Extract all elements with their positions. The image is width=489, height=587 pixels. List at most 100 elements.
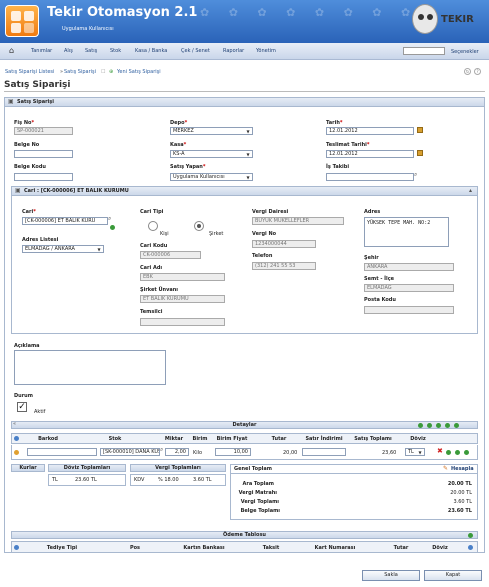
column-tutar: Tutar [393,545,409,551]
telefon-field[interactable]: (312) 241 55 53 [252,262,316,270]
aktif-checkbox[interactable]: ✓ [17,402,27,412]
add-row-icon[interactable] [445,423,450,428]
column-doviz: Döviz [410,436,426,442]
home-icon[interactable]: ⌂ [9,47,17,55]
vergi-dairesi-field[interactable]: BÜYÜK MÜKELLEFLER [252,217,344,225]
belge-no-field[interactable] [14,150,73,158]
row-action-icon[interactable] [455,450,460,455]
temsilci-field[interactable] [140,318,225,326]
tarih-field[interactable]: 12.01.2012 [326,127,414,135]
is-takibi-label: İş Takibi [326,164,350,170]
belge-kodu-label: Belge Kodu [14,164,46,170]
calendar-icon[interactable] [417,127,423,133]
hesapla-link[interactable]: Hesapla [451,466,474,472]
detaylar-header: Detaylar [11,421,478,429]
teslimat-tarihi-field[interactable]: 12.01.2012 [326,150,414,158]
posta-kodu-field[interactable] [364,306,454,314]
refresh-icon[interactable]: ↻ [464,68,471,75]
tab-close-icon[interactable]: ☐ [101,69,105,75]
cari-field[interactable]: [CK-000006] ET BALIK KURU [22,217,108,225]
new-order-link[interactable]: Yeni Satış Siparişi [117,69,161,75]
barkod-field[interactable] [27,448,97,456]
breadcrumb-current[interactable]: Satış Siparişi [64,69,96,75]
chevron-down-icon: ▼ [246,152,250,157]
column-tutar: Tutar [271,436,287,442]
collapse-icon[interactable]: ▣ [8,98,14,105]
stok-field[interactable]: [SK-000010] DANA KUŞI [100,448,160,456]
menu-raporlar[interactable]: Raporlar [223,48,244,54]
app-title: Tekir Otomasyon 2.1 [47,5,198,20]
birim-fiyat-field[interactable]: 10,00 [215,448,251,456]
sehir-field[interactable]: ANKARA [364,263,454,271]
satir-indirimi-field[interactable] [302,448,346,456]
cari-kodu-field[interactable]: CK-000006 [140,251,201,259]
breadcrumb-separator: » [60,69,64,75]
add-row-icon[interactable] [436,423,441,428]
posta-kodu-label: Posta Kodu [364,297,396,303]
breadcrumb-list-link[interactable]: Satış Siparişi Listesi [5,69,54,75]
column-doviz: Döviz [432,545,448,551]
depo-select[interactable]: MERKEZ ▼ [170,127,253,135]
add-row-icon[interactable] [418,423,423,428]
column-taksit: Taksit [262,545,280,551]
column-kartin-bankasi: Kartın Bankası [183,545,225,551]
menu-cek-senet[interactable]: Çek / Senet [181,48,210,54]
vergi-name: KDV [134,477,145,483]
adres-listesi-select[interactable]: ELMADAĞ / ANKARA ▼ [22,245,104,253]
menu-tanimlar[interactable]: Tanımlar [31,48,52,54]
search-icon[interactable]: ⌕ [160,446,163,454]
menu-satis[interactable]: Satış [85,48,97,54]
vergi-no-field[interactable]: 1234000044 [252,240,316,248]
add-payment-icon[interactable] [468,533,473,538]
adres-textarea[interactable]: YÜKSEK TEPE MAH. NO:2 [364,217,449,247]
cari-label: Cari* [22,209,36,215]
vergi-matrahi-value: 20.00 TL [450,490,472,496]
cari-adi-field[interactable]: EBK [140,273,225,281]
chevron-up-icon[interactable]: ▴ [469,187,472,194]
doviz-select[interactable]: TL ▼ [405,448,425,456]
row-edit-icon[interactable] [14,450,19,455]
menu-yonetim[interactable]: Yönetim [256,48,276,54]
options-link[interactable]: Seçenekler [451,49,479,55]
menu-stok[interactable]: Stok [110,48,121,54]
kasa-select[interactable]: KS-A ▼ [170,150,253,158]
search-icon[interactable]: ⌕ [414,171,417,179]
sirket-unvani-field[interactable]: ET BALIK KURUMU [140,295,225,303]
is-takibi-field[interactable] [326,173,414,181]
collapse-icon[interactable]: « [13,421,16,427]
search-icon[interactable]: ⌕ [108,215,111,223]
chevron-down-icon: ▼ [97,247,101,252]
add-icon: ⊕ [109,69,114,75]
delete-row-icon[interactable]: ✖ [437,447,443,455]
fis-no-field[interactable]: SP-000021 [14,127,73,135]
close-button[interactable]: Kapat [424,570,482,581]
collapse-icon[interactable]: ▣ [15,187,21,194]
save-button[interactable]: Sakla [362,570,420,581]
sirket-radio[interactable] [194,221,204,231]
calculator-icon[interactable]: ✎ [443,465,448,472]
belge-kodu-field[interactable] [14,173,73,181]
menu-alis[interactable]: Alış [64,48,73,54]
search-input[interactable] [403,47,445,55]
menu-kasa-banka[interactable]: Kasa / Banka [135,48,167,54]
aciklama-textarea[interactable] [14,350,166,385]
help-icon[interactable]: ? [474,68,481,75]
calendar-icon[interactable] [417,150,423,156]
miktar-field[interactable]: 2,00 [165,448,189,456]
vergi-toplami-label: Vergi Toplamı [240,499,279,505]
add-cari-icon[interactable] [110,225,115,230]
vergi-no-label: Vergi No [252,231,277,237]
kisi-radio[interactable] [148,221,158,231]
add-row-icon[interactable] [454,423,459,428]
settings-icon[interactable] [468,545,473,550]
cari-tipi-label: Cari Tipi [140,209,164,215]
form-panel-header: Satış Siparişi [5,98,484,107]
sehir-label: Şehir [364,255,379,261]
column-birim-fiyat: Birim Fiyat [216,436,248,442]
row-action-icon[interactable] [446,450,451,455]
semt-field[interactable]: ELMADAĞ [364,284,454,292]
row-action-icon[interactable] [464,450,469,455]
satis-yapan-select[interactable]: Uygulama Kullanıcısı ▼ [170,173,253,181]
column-tediye-tipi: Tediye Tipi [46,545,78,551]
add-row-icon[interactable] [427,423,432,428]
